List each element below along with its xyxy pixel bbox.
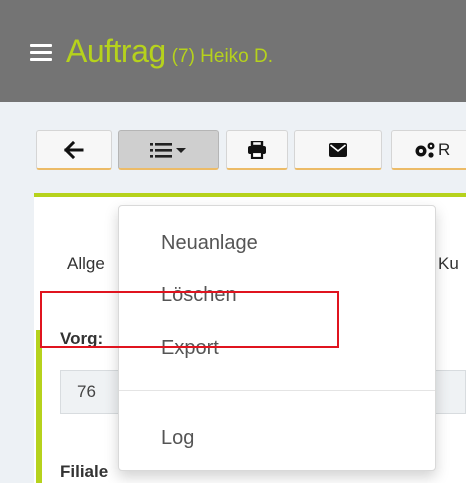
- page-title: Auftrag (7) Heiko D.: [66, 30, 273, 72]
- menu-item-log[interactable]: Log: [161, 427, 194, 450]
- arrow-left-icon: [64, 140, 84, 159]
- menu-item-neuanlage[interactable]: Neuanlage: [161, 232, 258, 255]
- back-button[interactable]: [36, 130, 112, 170]
- vorgang-label: Vorg:: [60, 329, 104, 348]
- gears-icon: [415, 142, 435, 158]
- actions-menu-button[interactable]: [118, 130, 219, 170]
- email-button[interactable]: [294, 130, 382, 170]
- menu-item-export[interactable]: Export: [161, 337, 219, 360]
- caret-down-icon: [175, 147, 186, 153]
- menu-divider: [119, 390, 435, 391]
- tab-allgemein[interactable]: Allge: [67, 254, 105, 274]
- settings-button-label: R: [438, 139, 451, 159]
- page-title-subtitle: (7) Heiko D.: [171, 46, 274, 67]
- print-button[interactable]: [226, 130, 288, 170]
- app-header: Auftrag (7) Heiko D.: [0, 0, 466, 102]
- tab-kunde[interactable]: Ku: [438, 254, 459, 274]
- menu-item-loeschen[interactable]: Löschen: [161, 284, 237, 307]
- section-accent: [36, 330, 42, 483]
- list-icon: [149, 142, 186, 158]
- filiale-label: Filiale: [60, 462, 109, 481]
- envelope-icon: [329, 142, 347, 157]
- actions-dropdown-menu: Neuanlage Löschen Export Log: [118, 205, 436, 471]
- print-icon: [248, 140, 266, 159]
- page-title-main: Auftrag: [66, 33, 166, 69]
- settings-button[interactable]: R: [391, 130, 466, 170]
- hamburger-menu-icon[interactable]: [30, 44, 52, 61]
